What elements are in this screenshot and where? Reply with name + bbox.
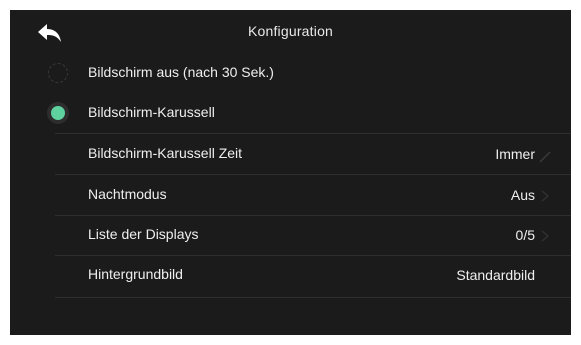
chevron-right-icon: [541, 230, 550, 242]
radio-unselected-icon[interactable]: [48, 63, 68, 83]
chevron-right-icon: [539, 151, 551, 163]
setting-wallpaper[interactable]: Hintergrundbild Standardbild: [10, 255, 571, 295]
setting-label: Nachtmodus: [88, 186, 167, 202]
setting-carousel-time[interactable]: Bildschirm-Karussell Zeit Immer: [10, 134, 571, 174]
configuration-screen: Konfiguration Bildschirm aus (nach 30 Se…: [10, 10, 571, 335]
option-screen-off[interactable]: Bildschirm aus (nach 30 Sek.): [10, 53, 571, 93]
setting-value: 0/5: [515, 227, 535, 243]
divider: [55, 297, 571, 298]
setting-value: Immer: [495, 146, 535, 162]
option-label: Bildschirm aus (nach 30 Sek.): [88, 64, 274, 80]
radio-selected-icon[interactable]: [47, 102, 69, 124]
chevron-right-icon: [541, 190, 550, 202]
setting-night-mode[interactable]: Nachtmodus Aus: [10, 175, 571, 215]
header: Konfiguration: [10, 10, 571, 53]
setting-value: Standardbild: [456, 267, 535, 283]
page-title: Konfiguration: [247, 23, 334, 39]
setting-display-list[interactable]: Liste der Displays 0/5: [10, 215, 571, 255]
radio-dot: [51, 106, 65, 120]
setting-label: Liste der Displays: [88, 226, 199, 242]
option-label: Bildschirm-Karussell: [88, 104, 215, 120]
setting-label: Hintergrundbild: [88, 266, 183, 282]
option-screen-carousel[interactable]: Bildschirm-Karussell: [10, 93, 571, 133]
setting-label: Bildschirm-Karussell Zeit: [88, 145, 243, 161]
setting-value: Aus: [510, 187, 535, 203]
